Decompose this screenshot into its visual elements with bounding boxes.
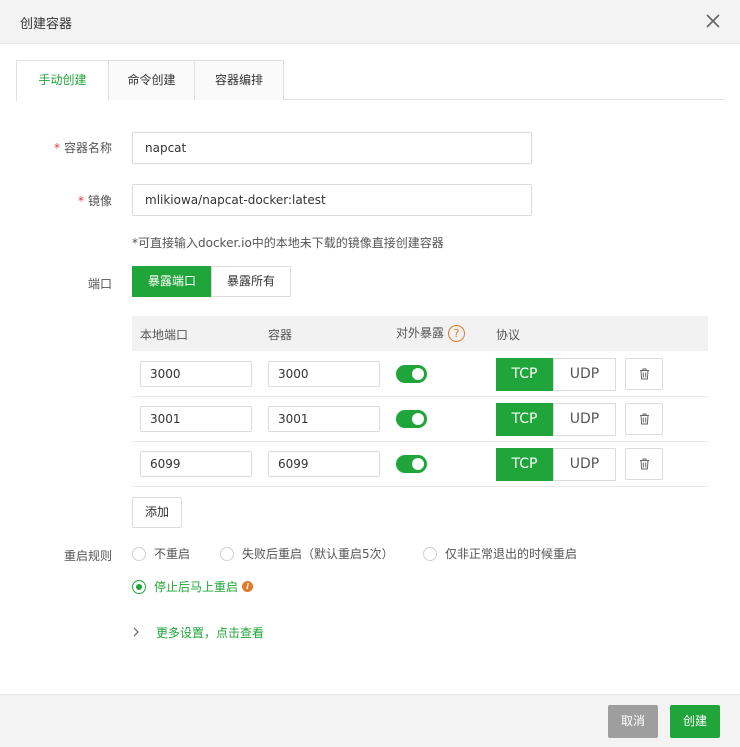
tab-compose[interactable]: 容器编排: [194, 60, 284, 100]
restart-option-unless-stopped[interactable]: 仅非正常退出的时候重启: [423, 546, 593, 562]
dialog-title: 创建容器: [20, 17, 73, 32]
table-row: 3001 3001 TCP UDP: [132, 397, 708, 442]
tab-command-create[interactable]: 命令创建: [108, 60, 195, 100]
container-port-input[interactable]: 6099: [268, 451, 380, 477]
table-row: 6099 6099 TCP UDP: [132, 442, 708, 487]
expose-all-button[interactable]: 暴露所有: [211, 266, 292, 297]
header-expose: 对外暴露?: [396, 324, 466, 342]
image-input[interactable]: mlikiowa/napcat-docker:latest: [132, 184, 532, 216]
local-port-input[interactable]: 3000: [140, 361, 252, 387]
add-port-button[interactable]: 添加: [132, 497, 182, 528]
more-settings-link[interactable]: 更多设置，点击查看: [132, 624, 292, 640]
delete-row-button[interactable]: [625, 358, 663, 390]
image-label: * 镜像: [77, 194, 112, 208]
dialog-footer: 取消 创建: [0, 694, 740, 747]
expose-toggle[interactable]: [396, 410, 427, 428]
restart-option-always[interactable]: 停止后马上重启 i: [132, 579, 262, 595]
container-name-label: * 容器名称: [53, 141, 112, 155]
close-icon[interactable]: [702, 10, 724, 32]
expose-ports-button[interactable]: 暴露端口: [132, 266, 213, 297]
restart-option-on-failure[interactable]: 失败后重启（默认重启5次）: [220, 546, 410, 562]
tcp-button[interactable]: TCP: [496, 448, 553, 481]
expose-toggle[interactable]: [396, 365, 427, 383]
header-local-port: 本地端口: [140, 328, 189, 342]
trash-icon: [640, 368, 649, 380]
local-port-input[interactable]: 3001: [140, 406, 252, 432]
restart-option-no[interactable]: 不重启: [132, 546, 212, 562]
header-container-port: 容器: [268, 328, 293, 342]
container-port-input[interactable]: 3001: [268, 406, 380, 432]
local-port-input[interactable]: 6099: [140, 451, 252, 477]
create-button[interactable]: 创建: [670, 705, 720, 738]
chevron-right-icon: [133, 627, 139, 637]
header-protocol: 协议: [496, 328, 521, 342]
udp-button[interactable]: UDP: [553, 448, 616, 481]
udp-button[interactable]: UDP: [553, 358, 616, 391]
tcp-button[interactable]: TCP: [496, 358, 553, 391]
tab-manual-create[interactable]: 手动创建: [16, 60, 109, 101]
restart-policy-label: 重启规则: [63, 549, 112, 563]
trash-icon: [640, 458, 649, 470]
container-port-input[interactable]: 3000: [268, 361, 380, 387]
delete-row-button[interactable]: [625, 403, 663, 435]
udp-button[interactable]: UDP: [553, 403, 616, 436]
help-icon[interactable]: ?: [448, 325, 466, 342]
table-row: 3000 3000 TCP UDP: [132, 352, 708, 397]
tcp-button[interactable]: TCP: [496, 403, 553, 436]
delete-row-button[interactable]: [625, 448, 663, 480]
trash-icon: [640, 413, 649, 425]
container-name-input[interactable]: napcat: [132, 132, 532, 164]
image-hint: *可直接输入docker.io中的本地未下载的镜像直接创建容器: [132, 236, 444, 250]
dialog-header: 创建容器: [0, 0, 740, 44]
expose-toggle[interactable]: [396, 455, 427, 473]
create-container-dialog: 创建容器 手动创建 命令创建 容器编排 * 容器名称 napcat * 镜像 mli…: [0, 0, 740, 747]
create-mode-tabs: 手动创建 命令创建 容器编排: [16, 60, 724, 101]
info-icon[interactable]: i: [242, 581, 253, 592]
cancel-button[interactable]: 取消: [608, 705, 658, 738]
port-table-header: 本地端口 容器 对外暴露? 协议: [132, 316, 708, 351]
ports-label: 端口: [87, 277, 112, 291]
